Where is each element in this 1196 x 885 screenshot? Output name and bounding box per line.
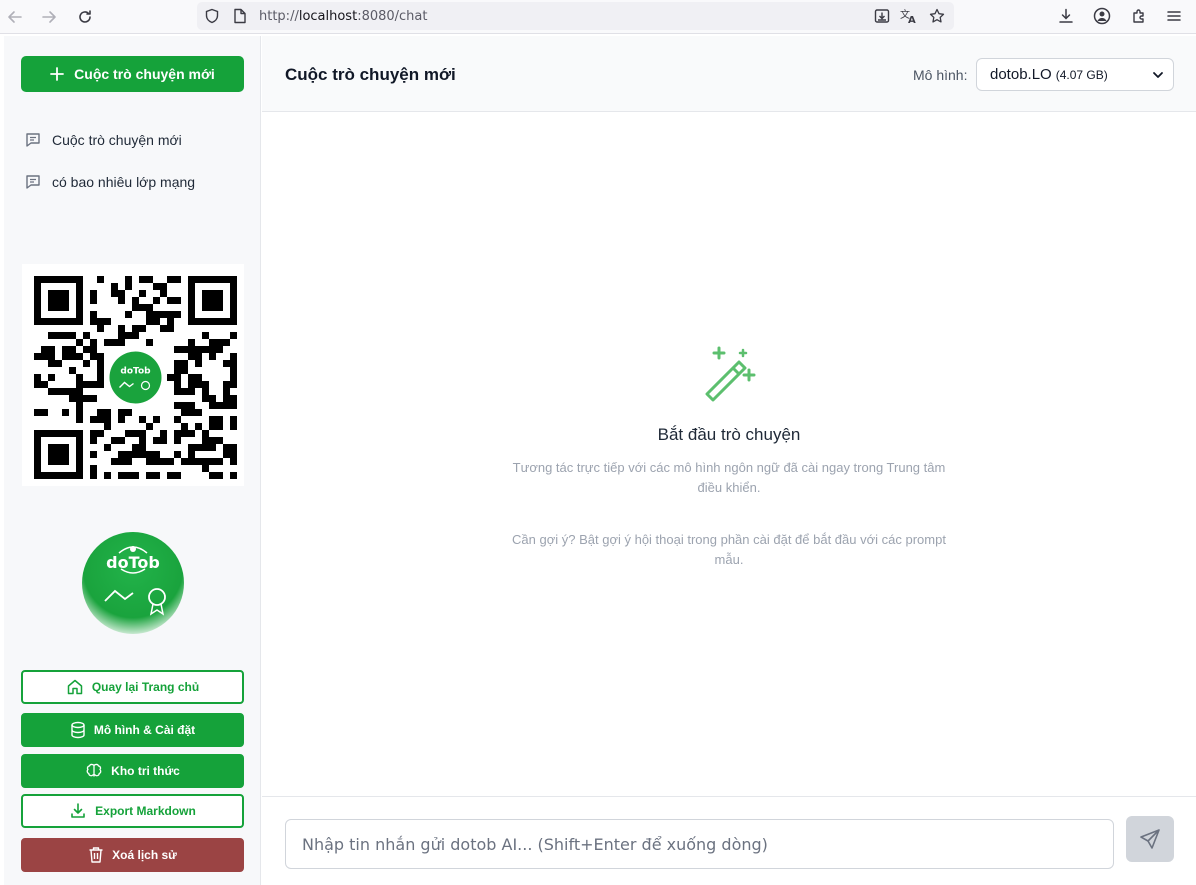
sidebar: Cuộc trò chuyện mới Cuộc trò chuyện mới … (4, 36, 261, 885)
chevron-down-icon (1153, 72, 1163, 78)
send-icon (1140, 829, 1160, 849)
export-markdown-button[interactable]: Export Markdown (21, 794, 244, 828)
dotob-logo: doTob (81, 531, 185, 635)
home-button[interactable]: Quay lại Trang chủ (21, 670, 244, 704)
chat-bubble-icon (26, 175, 40, 189)
clear-history-button[interactable]: Xoá lịch sử (21, 838, 244, 872)
downloads-icon[interactable] (1055, 5, 1077, 27)
conversation-label: Cuộc trò chuyện mới (52, 132, 182, 148)
export-markdown-label: Export Markdown (95, 804, 196, 818)
account-icon[interactable] (1091, 5, 1113, 27)
svg-text:A: A (908, 15, 916, 24)
shield-icon[interactable] (203, 7, 221, 25)
home-icon (67, 679, 83, 695)
models-settings-button[interactable]: Mô hình & Cài đặt (21, 713, 244, 747)
url-text: http://localhost:8080/chat (259, 9, 427, 24)
magic-wand-icon (699, 344, 759, 404)
plus-icon (50, 67, 65, 81)
url-bar[interactable]: http://localhost:8080/chat 文A (197, 2, 954, 30)
reload-icon[interactable] (74, 6, 96, 28)
chat-bubble-icon (26, 133, 40, 147)
empty-state-hint: Cần gợi ý? Bật gợi ý hội thoại trong phầ… (512, 532, 946, 567)
url-path: :8080/chat (357, 9, 428, 24)
svg-text:doTob: doTob (120, 367, 151, 377)
back-icon[interactable] (4, 6, 26, 28)
save-page-icon[interactable] (873, 7, 891, 25)
model-select[interactable]: dotob.LO (4.07 GB) (976, 58, 1174, 91)
extensions-icon[interactable] (1128, 5, 1150, 27)
url-scheme: http:// (259, 9, 299, 24)
download-icon (71, 803, 85, 818)
conversation-item[interactable]: có bao nhiêu lớp mạng (24, 170, 244, 194)
page-title: Cuộc trò chuyện mới (285, 65, 456, 84)
url-host: localhost (298, 9, 358, 24)
translate-icon[interactable]: 文A (900, 7, 918, 25)
logo-text: doTob (106, 553, 160, 572)
page-icon[interactable] (231, 7, 249, 25)
composer (262, 796, 1196, 885)
model-label: Mô hình: (913, 67, 968, 83)
new-chat-button[interactable]: Cuộc trò chuyện mới (21, 56, 244, 92)
trash-icon (89, 847, 103, 863)
knowledge-base-label: Kho tri thức (111, 764, 180, 778)
empty-state-description: Tương tác trực tiếp với các mô hình ngôn… (512, 460, 946, 495)
conversation-label: có bao nhiêu lớp mạng (52, 174, 196, 190)
model-size: (4.07 GB) (1055, 67, 1108, 82)
send-button[interactable] (1126, 816, 1174, 862)
clear-history-label: Xoá lịch sử (112, 848, 177, 862)
empty-state-title: Bắt đầu trò chuyện (657, 425, 801, 444)
browser-toolbar: http://localhost:8080/chat 文A (0, 0, 1196, 34)
model-name: dotob.LO (990, 66, 1052, 83)
database-icon (71, 721, 85, 739)
models-settings-label: Mô hình & Cài đặt (93, 723, 196, 737)
main-header: Cuộc trò chuyện mới Mô hình: dotob.LO (4.… (262, 36, 1196, 112)
conversation-item[interactable]: Cuộc trò chuyện mới (24, 128, 244, 152)
brain-icon (86, 763, 102, 777)
knowledge-base-button[interactable]: Kho tri thức (21, 754, 244, 788)
message-input[interactable] (285, 819, 1114, 869)
new-chat-label: Cuộc trò chuyện mới (74, 66, 215, 82)
home-button-label: Quay lại Trang chủ (91, 680, 200, 694)
menu-icon[interactable] (1163, 5, 1185, 27)
forward-icon[interactable] (38, 6, 60, 28)
qr-code: doTob (22, 264, 244, 486)
bookmark-star-icon[interactable] (928, 7, 946, 25)
